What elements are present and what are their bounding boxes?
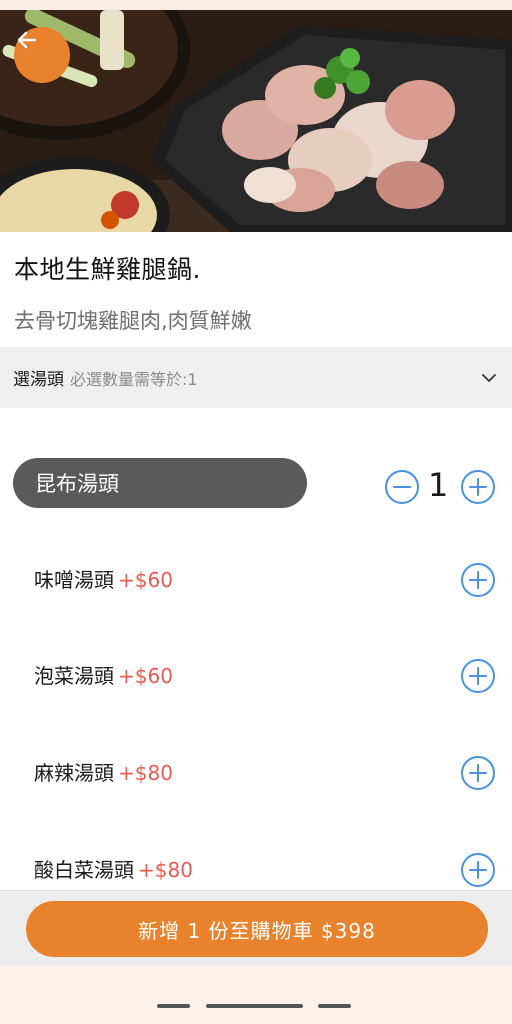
back-button[interactable]: [14, 27, 70, 83]
option-row[interactable]: 泡菜湯頭 +$60: [0, 644, 512, 704]
status-strip: [0, 0, 512, 10]
arrow-left-icon: [17, 31, 37, 49]
product-image: [0, 10, 512, 232]
option-row[interactable]: 麻辣湯頭 +$80: [0, 741, 512, 801]
nav-home-handle[interactable]: [206, 1004, 303, 1008]
product-title: 本地生鮮雞腿鍋.: [14, 255, 201, 284]
option-price: +$80: [118, 761, 173, 785]
section-hint: 必選數量需等於:1: [70, 369, 198, 389]
plus-circle-icon[interactable]: [460, 755, 496, 791]
option-price: +$80: [138, 858, 193, 882]
option-name: 泡菜湯頭: [34, 664, 114, 688]
cart-footer: 新增 1 份至購物車 $398: [0, 890, 512, 966]
quantity-value: 1: [428, 466, 449, 504]
option-name: 酸白菜湯頭: [34, 858, 134, 882]
food-illustration: [0, 10, 512, 232]
plus-circle-icon[interactable]: [460, 562, 496, 598]
nav-back-handle[interactable]: [318, 1004, 351, 1008]
selected-option-pill[interactable]: 昆布湯頭: [13, 458, 307, 508]
plus-circle-icon[interactable]: [460, 658, 496, 694]
system-nav-bar: [0, 966, 512, 1024]
chevron-down-icon: [482, 374, 496, 382]
nav-recents-handle[interactable]: [157, 1004, 190, 1008]
option-price: +$60: [118, 664, 173, 688]
selected-option-label: 昆布湯頭: [35, 472, 119, 496]
add-to-cart-button[interactable]: 新增 1 份至購物車 $398: [26, 901, 488, 957]
option-name: 麻辣湯頭: [34, 761, 114, 785]
soup-base-section-header[interactable]: 選湯頭 必選數量需等於:1: [0, 347, 512, 408]
option-price: +$60: [118, 568, 173, 592]
option-name: 味噌湯頭: [34, 568, 114, 592]
option-row[interactable]: 味噌湯頭 +$60: [0, 548, 512, 608]
plus-circle-icon[interactable]: [460, 852, 496, 888]
option-row[interactable]: 酸白菜湯頭 +$80: [0, 838, 512, 898]
plus-circle-icon[interactable]: [460, 469, 496, 505]
minus-circle-icon[interactable]: [384, 469, 420, 505]
section-title: 選湯頭: [13, 370, 64, 390]
product-description: 去骨切塊雞腿肉,肉質鮮嫩: [14, 309, 252, 333]
